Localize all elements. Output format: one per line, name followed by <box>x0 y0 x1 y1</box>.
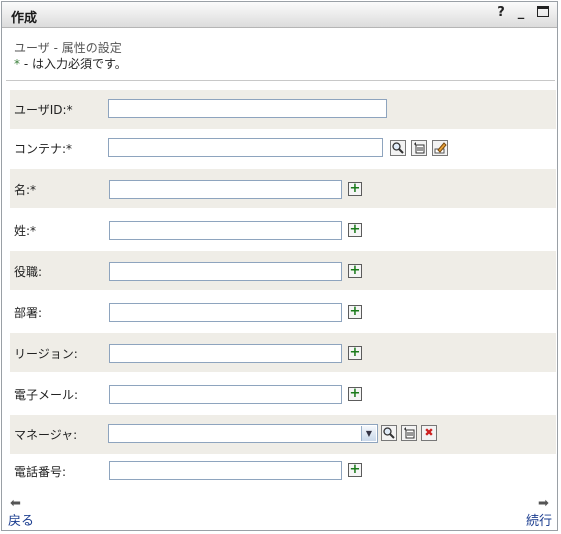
titlebar: 作成 ? _ <box>2 2 557 28</box>
add-region-icon[interactable]: + <box>348 346 362 360</box>
container-edit-icon[interactable] <box>432 140 448 156</box>
help-icon[interactable]: ? <box>494 6 508 20</box>
row-region: リージョン: + <box>10 333 556 372</box>
title-input[interactable] <box>109 262 342 281</box>
container-history-icon[interactable] <box>411 140 427 156</box>
window-title: 作成 <box>11 11 38 26</box>
user-id-label: ユーザID:* <box>14 103 73 117</box>
manager-clear-icon[interactable]: ✖ <box>421 425 437 441</box>
manager-history-icon[interactable] <box>401 425 417 441</box>
header-separator <box>6 80 555 81</box>
phone-input[interactable] <box>109 461 342 480</box>
arrow-left-icon[interactable]: ⬅ <box>10 496 21 511</box>
department-label: 部署: <box>14 306 43 320</box>
chevron-down-icon[interactable]: ▼ <box>361 426 376 441</box>
given-name-input[interactable] <box>109 180 342 199</box>
title-label: 役職: <box>14 265 43 279</box>
create-user-panel: 作成 ? _ ユーザ - 属性の設定 * - は入力必須です。 ユーザID:* … <box>1 1 558 531</box>
row-user-id: ユーザID:* <box>10 90 556 129</box>
row-email: 電子メール: + <box>10 374 556 413</box>
container-input[interactable] <box>108 138 383 157</box>
add-phone-icon[interactable]: + <box>348 463 362 477</box>
add-surname-icon[interactable]: + <box>348 223 362 237</box>
given-name-label: 名:* <box>14 183 37 197</box>
email-input[interactable] <box>109 385 342 404</box>
user-id-input[interactable] <box>108 99 387 118</box>
email-label: 電子メール: <box>14 388 79 402</box>
container-search-icon[interactable] <box>390 140 406 156</box>
next-link[interactable]: 続行 <box>526 510 552 529</box>
minimize-icon[interactable]: _ <box>514 6 528 20</box>
required-note: * - は入力必須です。 <box>14 55 127 72</box>
row-phone: 電話番号: + <box>10 454 556 493</box>
row-department: 部署: + <box>10 292 556 331</box>
add-given-name-icon[interactable]: + <box>348 182 362 196</box>
add-department-icon[interactable]: + <box>348 305 362 319</box>
surname-input[interactable] <box>109 221 342 240</box>
required-text: - は入力必須です。 <box>20 57 127 71</box>
department-input[interactable] <box>109 303 342 322</box>
row-manager: マネージャ: ▼ ✖ <box>10 415 556 454</box>
container-label: コンテナ:* <box>14 142 73 156</box>
row-title: 役職: + <box>10 251 556 290</box>
region-input[interactable] <box>109 344 342 363</box>
row-surname: 姓:* + <box>10 210 556 249</box>
add-email-icon[interactable]: + <box>348 387 362 401</box>
surname-label: 姓:* <box>14 224 37 238</box>
back-link[interactable]: 戻る <box>8 510 34 529</box>
region-label: リージョン: <box>14 347 78 361</box>
page-subtitle: ユーザ - 属性の設定 <box>14 41 122 55</box>
add-title-icon[interactable]: + <box>348 264 362 278</box>
row-container: コンテナ:* <box>10 129 556 168</box>
row-given-name: 名:* + <box>10 169 556 208</box>
arrow-right-icon[interactable]: ➡ <box>538 496 549 511</box>
manager-label: マネージャ: <box>14 428 78 442</box>
phone-label: 電話番号: <box>14 465 67 479</box>
manager-select[interactable]: ▼ <box>108 424 378 443</box>
maximize-icon[interactable] <box>536 6 550 20</box>
manager-search-icon[interactable] <box>381 425 397 441</box>
